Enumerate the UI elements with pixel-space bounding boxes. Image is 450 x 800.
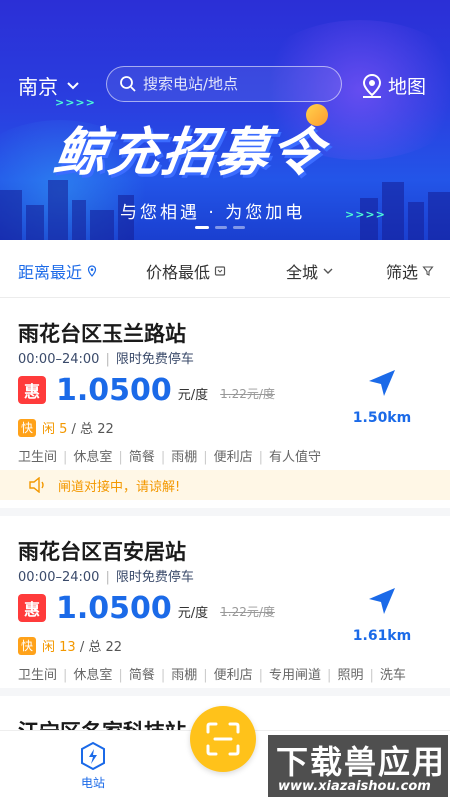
scan-button[interactable]: [190, 706, 256, 772]
location-icon: [87, 265, 97, 277]
tab-station[interactable]: 电站: [68, 741, 118, 791]
tab-station-label: 电站: [80, 776, 105, 790]
carousel-indicator: [195, 226, 245, 229]
total-count: / 总 22: [71, 422, 114, 437]
distance: 1.61km: [352, 628, 412, 644]
charging-station-icon: [81, 741, 105, 771]
availability: 快 闲 13 / 总 22: [18, 636, 122, 655]
price-unit: 元/度: [177, 606, 209, 621]
notice-text: 闸道对接中，请谅解!: [58, 479, 181, 495]
fast-charge-badge: 快: [18, 418, 36, 437]
navigate-button[interactable]: 1.61km: [352, 584, 412, 644]
banner-arrows: >>>>: [55, 96, 96, 109]
parking-info: 限时免费停车: [115, 352, 194, 367]
distance: 1.50km: [352, 410, 412, 426]
filter-bar: 距离最近 价格最低 全城 筛选: [0, 240, 450, 298]
price-unit: 元/度: [177, 388, 209, 403]
banner-title: 鲸充招募令: [50, 122, 329, 183]
watermark-url: www.xiazaishou.com: [278, 779, 431, 794]
notice-banner: 闸道对接中，请谅解!: [0, 470, 450, 500]
station-card[interactable]: 雨花台区玉兰路站 00:00–24:00 | 限时免费停车 惠 1.0500 元/度…: [0, 298, 450, 508]
station-name: 雨花台区百安居站: [18, 540, 186, 564]
parking-info: 限时免费停车: [115, 570, 194, 585]
watermark: 下载兽应用 www.xiazaishou.com: [268, 735, 448, 797]
amenities-list: 卫生间 | 休息室 | 简餐 | 雨棚 | 便利店 | 有人值守: [18, 450, 322, 465]
banner-arrows: >>>>: [345, 208, 386, 221]
station-hours: 00:00–24:00 | 限时免费停车: [18, 570, 194, 585]
filter-area[interactable]: 全城: [286, 259, 334, 283]
city-name: 南京: [18, 75, 58, 99]
scan-icon: [206, 722, 240, 756]
availability: 快 闲 5 / 总 22: [18, 418, 114, 437]
idle-count: 闲 5: [42, 422, 68, 437]
price-row: 惠 1.0500 元/度 1.22元/度: [18, 592, 275, 626]
promo-banner[interactable]: 南京 地图 >>>> 鲸充招募令 与您相遇 · 为您加电 >>>>: [0, 0, 450, 240]
station-name: 雨花台区玉兰路站: [18, 322, 186, 346]
station-card[interactable]: 雨花台区百安居站 00:00–24:00 | 限时免费停车 惠 1.0500 元/度…: [0, 516, 450, 688]
price-row: 惠 1.0500 元/度 1.22元/度: [18, 374, 275, 408]
fast-charge-badge: 快: [18, 636, 36, 655]
discount-badge: 惠: [18, 594, 46, 622]
original-price: 1.22元/度: [220, 387, 275, 401]
price-tag-icon: [214, 266, 226, 276]
banner-subtitle: 与您相遇 · 为您加电: [120, 203, 306, 223]
navigate-button[interactable]: 1.50km: [352, 366, 412, 426]
watermark-title: 下载兽应用: [276, 743, 447, 781]
discount-badge: 惠: [18, 376, 46, 404]
filter-more[interactable]: 筛选: [386, 259, 434, 283]
navigation-arrow-icon: [369, 370, 395, 396]
price-value: 1.0500: [56, 373, 172, 408]
filter-price[interactable]: 价格最低: [146, 259, 226, 283]
station-hours: 00:00–24:00 | 限时免费停车: [18, 352, 194, 367]
idle-count: 闲 13: [42, 640, 76, 655]
map-button[interactable]: 地图: [360, 72, 426, 99]
filter-distance[interactable]: 距离最近: [18, 259, 98, 283]
search-input[interactable]: [143, 75, 323, 93]
search-icon: [120, 76, 136, 92]
navigation-arrow-icon: [369, 588, 395, 614]
map-label: 地图: [388, 76, 427, 98]
total-count: / 总 22: [79, 640, 123, 655]
price-value: 1.0500: [56, 591, 172, 626]
chevron-down-icon: [67, 81, 79, 89]
speaker-icon: [29, 477, 44, 493]
map-pin-icon: [362, 73, 382, 98]
filter-icon: [422, 266, 434, 276]
chevron-down-icon: [323, 268, 333, 274]
original-price: 1.22元/度: [220, 605, 275, 619]
amenities-list: 卫生间 | 休息室 | 简餐 | 雨棚 | 便利店 | 专用闸道 | 照明 | 洗车: [18, 668, 406, 683]
search-bar[interactable]: [106, 66, 342, 102]
